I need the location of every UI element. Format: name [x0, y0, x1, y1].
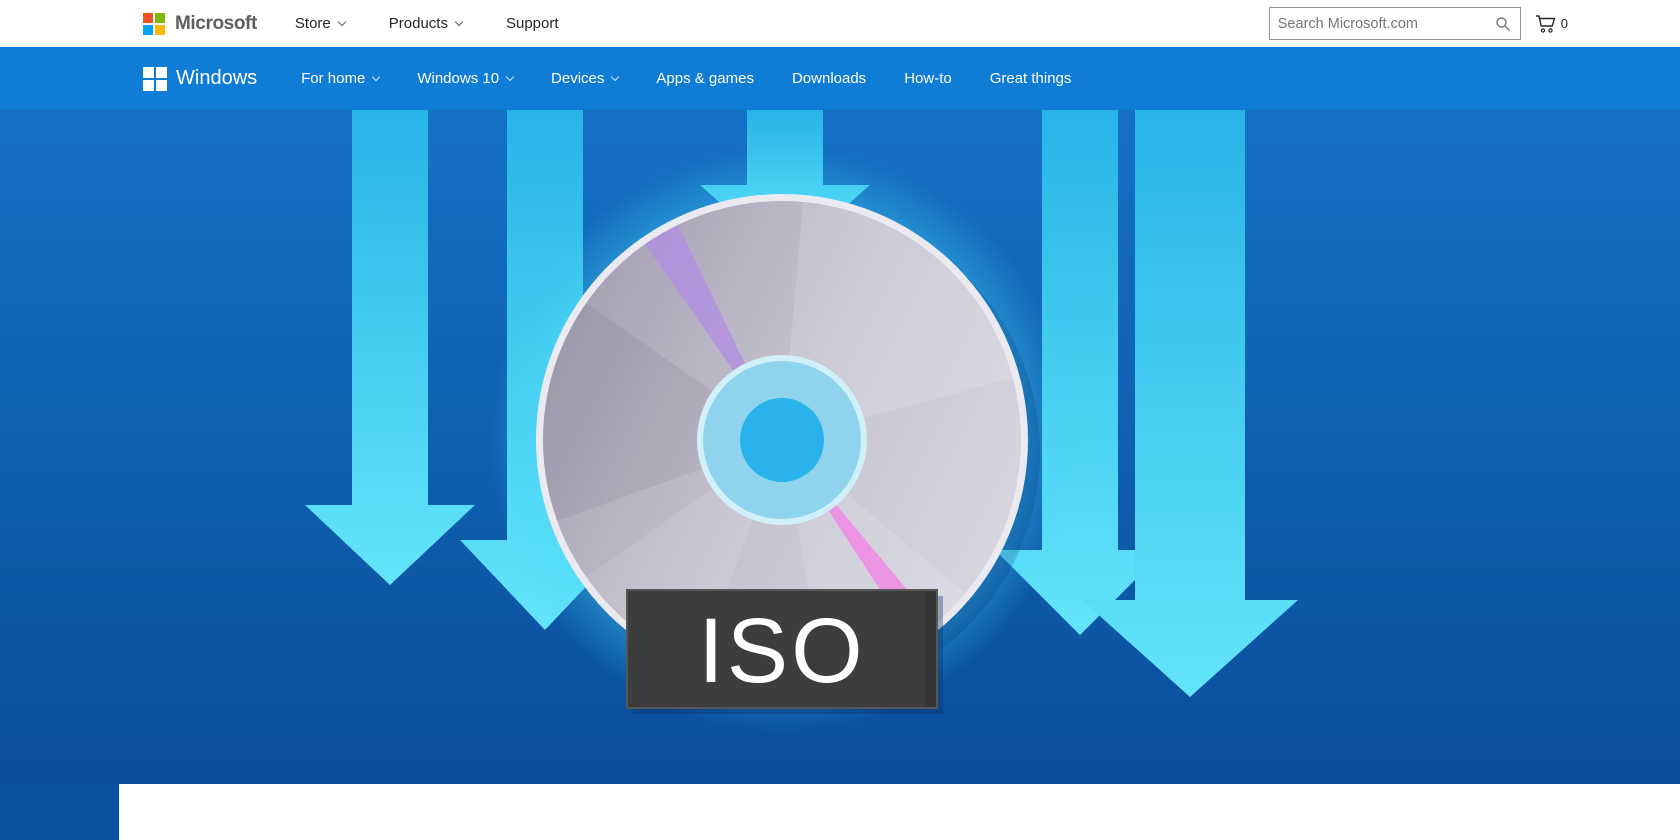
nav-item-windows-10[interactable]: Windows 10	[417, 70, 513, 87]
hero-graphic: ISO	[0, 110, 1680, 784]
search-icon	[1495, 16, 1511, 32]
microsoft-logo[interactable]: Microsoft	[143, 13, 257, 35]
nav-item-label: Great things	[990, 70, 1072, 87]
top-nav: Store Products Support	[295, 15, 559, 32]
nav-item-devices[interactable]: Devices	[551, 70, 618, 87]
topbar-right-cluster: 0	[1269, 7, 1568, 40]
windows-nav: For home Windows 10 Devices Apps & games…	[301, 70, 1071, 87]
chevron-down-icon	[372, 73, 380, 81]
disc-hub	[697, 355, 867, 525]
nav-item-for-home[interactable]: For home	[301, 70, 379, 87]
nav-item-products[interactable]: Products	[389, 15, 462, 32]
windows-wordmark: Windows	[176, 67, 257, 90]
nav-item-label: Windows 10	[417, 70, 499, 87]
nav-item-label: Support	[506, 15, 559, 32]
nav-item-apps-games[interactable]: Apps & games	[656, 70, 754, 87]
cart-count: 0	[1561, 16, 1568, 31]
bottom-left-blue-block	[0, 784, 119, 840]
cart-button[interactable]: 0	[1535, 15, 1568, 33]
search-input[interactable]	[1270, 16, 1486, 32]
logo-square-red	[143, 13, 153, 23]
hero-image: ISO	[0, 110, 1680, 784]
microsoft-wordmark: Microsoft	[175, 13, 257, 35]
nav-item-label: Devices	[551, 70, 604, 87]
iso-badge-edge	[925, 591, 936, 707]
nav-item-label: How-to	[904, 70, 952, 87]
logo-square-green	[155, 13, 165, 23]
bottom-strip	[0, 784, 1680, 840]
nav-item-label: Store	[295, 15, 331, 32]
nav-item-downloads[interactable]: Downloads	[792, 70, 866, 87]
nav-item-store[interactable]: Store	[295, 15, 345, 32]
chevron-down-icon	[611, 73, 619, 81]
nav-item-label: Apps & games	[656, 70, 754, 87]
chevron-down-icon	[506, 73, 514, 81]
windows-nav-bar: Windows For home Windows 10 Devices Apps…	[0, 47, 1680, 110]
chevron-down-icon	[455, 18, 463, 26]
cart-icon	[1535, 15, 1557, 33]
nav-item-label: For home	[301, 70, 365, 87]
logo-square-yellow	[155, 25, 165, 35]
chevron-down-icon	[338, 18, 346, 26]
iso-label: ISO	[698, 600, 865, 702]
windows-logo[interactable]: Windows	[143, 67, 257, 91]
search-button[interactable]	[1486, 8, 1520, 39]
search-box	[1269, 7, 1521, 40]
microsoft-header: Microsoft Store Products Support	[0, 0, 1680, 47]
logo-square-blue	[143, 25, 153, 35]
nav-item-label: Products	[389, 15, 448, 32]
iso-badge: ISO	[627, 590, 943, 714]
nav-item-how-to[interactable]: How-to	[904, 70, 952, 87]
nav-item-great-things[interactable]: Great things	[990, 70, 1072, 87]
nav-item-label: Downloads	[792, 70, 866, 87]
windows-logo-icon	[143, 67, 167, 91]
nav-item-support[interactable]: Support	[506, 15, 559, 32]
microsoft-logo-icon	[143, 13, 165, 35]
